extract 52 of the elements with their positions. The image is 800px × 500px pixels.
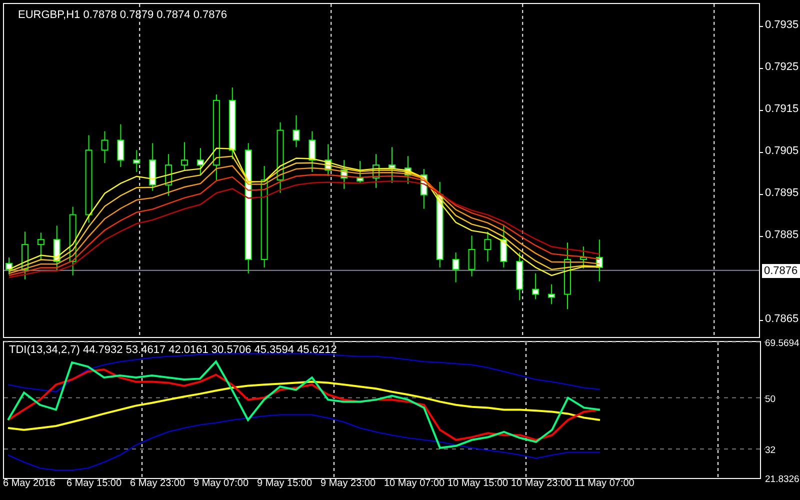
- candlestick: [484, 231, 492, 262]
- price-axis-label: 0.7925: [765, 61, 799, 73]
- price-axis-label: 0.7885: [765, 229, 799, 241]
- candlestick: [196, 148, 204, 176]
- candlestick: [292, 114, 300, 148]
- candlestick: [388, 146, 396, 184]
- time-axis-label: 6 May 23:00: [130, 478, 186, 489]
- candlestick: [149, 142, 156, 192]
- time-axis-label: 6 May 2016: [3, 478, 56, 489]
- candlestick: [181, 142, 188, 170]
- price-axis-label: 0.7915: [765, 103, 799, 115]
- price-axis-label: 0.7905: [765, 145, 799, 157]
- candlestick: [276, 122, 284, 194]
- candlestick: [548, 284, 556, 305]
- candlestick: [532, 272, 540, 300]
- price-axis-label: 0.7895: [765, 187, 799, 199]
- time-axis-label: 6 May 15:00: [66, 478, 123, 489]
- candlestick: [580, 246, 587, 269]
- indicator-axis-label: 50: [765, 394, 776, 405]
- candlestick: [372, 154, 380, 188]
- candlestick: [356, 160, 364, 184]
- candlestick: [21, 231, 28, 280]
- symbol-title: EURGBP,H1 0.7878 0.7879 0.7874 0.7876: [18, 9, 227, 21]
- candlestick: [6, 256, 12, 275]
- indicator-axis-label: 69.5694: [765, 338, 800, 349]
- candlestick: [117, 124, 124, 168]
- time-axis-label: 10 May 07:00: [384, 478, 446, 489]
- time-axis-label: 11 May 07:00: [574, 478, 636, 489]
- indicator-axis-label: 32: [765, 445, 776, 456]
- candlestick: [564, 242, 571, 310]
- time-axis-label: 9 May 15:00: [257, 478, 314, 489]
- candlestick: [452, 252, 460, 283]
- price-axis-label: 0.7935: [765, 19, 799, 31]
- price-axis-label: 0.7865: [765, 313, 799, 325]
- time-axis-label: 9 May 07:00: [194, 478, 250, 489]
- indicator-axis-label: 21.8326: [765, 474, 800, 485]
- candlestick: [53, 225, 60, 271]
- candlestick: [165, 154, 172, 196]
- time-axis-label: 10 May 15:00: [448, 478, 510, 489]
- current-price-label: 0.7876: [762, 264, 800, 278]
- time-axis-label: 10 May 23:00: [511, 478, 573, 489]
- candlestick: [340, 160, 348, 190]
- candlestick: [69, 206, 76, 276]
- candlestick: [500, 224, 508, 268]
- candlestick: [468, 235, 476, 277]
- candlestick: [101, 130, 108, 164]
- indicator-title: TDI(13,34,2,7) 44.7932 53.4617 42.0161 30.5706 45.3594 45.6212: [9, 344, 337, 356]
- candlestick: [596, 239, 603, 282]
- candlestick: [308, 130, 316, 172]
- time-axis-label: 9 May 23:00: [320, 478, 377, 489]
- candlestick: [37, 232, 44, 260]
- candlestick: [404, 156, 412, 184]
